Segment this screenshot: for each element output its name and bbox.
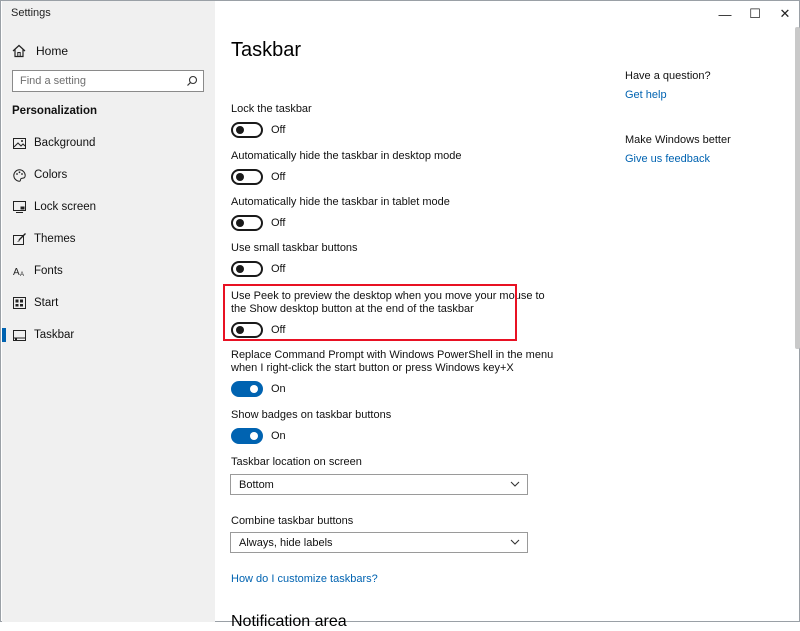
- taskbar-location-label: Taskbar location on screen: [231, 456, 362, 468]
- setting-lock-taskbar: Lock the taskbar Off: [231, 103, 312, 138]
- chevron-down-icon: [510, 539, 520, 545]
- sidebar-item-label: Lock screen: [34, 201, 97, 213]
- sidebar-item-label: Taskbar: [34, 329, 75, 341]
- sidebar-item-colors[interactable]: Colors: [2, 163, 215, 187]
- setting-autohide-tablet: Automatically hide the taskbar in tablet…: [231, 196, 450, 231]
- taskbar-location-dropdown[interactable]: Bottom: [230, 474, 528, 495]
- toggle-state: Off: [271, 124, 286, 136]
- svg-text:A: A: [20, 272, 24, 277]
- sidebar-item-label: Themes: [34, 233, 76, 245]
- start-icon: [12, 296, 26, 310]
- highlight-box: [223, 284, 517, 341]
- page-title: Taskbar: [231, 39, 302, 61]
- active-indicator: [2, 328, 6, 342]
- setting-small-buttons: Use small taskbar buttons Off: [231, 242, 358, 277]
- setting-label: Show badges on taskbar buttons: [231, 409, 392, 421]
- search-box[interactable]: [12, 70, 204, 92]
- combine-buttons-label: Combine taskbar buttons: [231, 515, 354, 527]
- setting-label-line1: Replace Command Prompt with Windows Powe…: [231, 349, 554, 361]
- autohide-tablet-toggle[interactable]: [231, 215, 263, 231]
- setting-label: Automatically hide the taskbar in deskto…: [231, 150, 462, 162]
- sidebar-item-lock-screen[interactable]: Lock screen: [2, 195, 215, 219]
- scrollbar[interactable]: [795, 27, 800, 349]
- toggle-state: Off: [271, 171, 286, 183]
- chevron-down-icon: [510, 481, 520, 487]
- home-nav-item[interactable]: Home: [12, 41, 68, 61]
- show-badges-toggle[interactable]: [231, 428, 263, 444]
- svg-text:A: A: [13, 267, 20, 277]
- taskbar-icon: [12, 328, 26, 342]
- combine-label-wrap: Combine taskbar buttons: [231, 515, 353, 528]
- home-label: Home: [36, 44, 69, 58]
- autohide-desktop-toggle[interactable]: [231, 169, 263, 185]
- sidebar-item-label: Background: [34, 137, 96, 149]
- get-help-link[interactable]: Get help: [625, 89, 667, 101]
- dropdown-value: Always, hide labels: [239, 537, 333, 549]
- sidebar-item-taskbar[interactable]: Taskbar: [2, 323, 215, 347]
- toggle-state: Off: [271, 263, 286, 275]
- make-windows-better-heading: Make Windows better: [625, 134, 731, 146]
- window-title: Settings: [11, 7, 51, 19]
- setting-label: Use small taskbar buttons: [231, 242, 358, 254]
- location-label-wrap: Taskbar location on screen: [231, 456, 362, 469]
- notification-area-heading: Notification area: [231, 613, 347, 630]
- sidebar-item-label: Fonts: [34, 265, 63, 277]
- toggle-state: On: [271, 383, 286, 395]
- settings-window: Home Personalization Background Colors: [0, 0, 800, 630]
- lock-taskbar-toggle[interactable]: [231, 122, 263, 138]
- sidebar-item-start[interactable]: Start: [2, 291, 215, 315]
- setting-label: Lock the taskbar: [231, 103, 312, 115]
- search-input[interactable]: [13, 71, 190, 91]
- dropdown-value: Bottom: [239, 479, 274, 491]
- sidebar-item-background[interactable]: Background: [2, 131, 215, 155]
- lock-screen-icon: [12, 200, 26, 214]
- toggle-state: Off: [271, 217, 286, 229]
- home-icon: [12, 44, 26, 58]
- toggle-state: On: [271, 430, 286, 442]
- combine-buttons-dropdown[interactable]: Always, hide labels: [230, 532, 528, 553]
- sidebar: Home Personalization Background Colors: [2, 1, 215, 622]
- sidebar-item-label: Start: [34, 297, 59, 309]
- font-icon: AA: [12, 264, 26, 278]
- small-buttons-toggle[interactable]: [231, 261, 263, 277]
- customize-taskbars-link[interactable]: How do I customize taskbars?: [231, 573, 378, 585]
- palette-icon: [12, 168, 26, 182]
- sidebar-item-label: Colors: [34, 169, 68, 181]
- brush-icon: [12, 232, 26, 246]
- setting-powershell: Replace Command Prompt with Windows Powe…: [231, 349, 553, 397]
- setting-label: Automatically hide the taskbar in tablet…: [231, 196, 450, 208]
- image-icon: [12, 136, 26, 150]
- powershell-toggle[interactable]: [231, 381, 263, 397]
- give-feedback-link[interactable]: Give us feedback: [625, 153, 710, 165]
- setting-show-badges: Show badges on taskbar buttons On: [231, 409, 391, 444]
- section-personalization: Personalization: [12, 105, 97, 117]
- setting-autohide-desktop: Automatically hide the taskbar in deskto…: [231, 150, 462, 185]
- have-question-heading: Have a question?: [625, 70, 711, 82]
- setting-label-line2: when I right-click the start button or p…: [231, 362, 514, 374]
- sidebar-item-themes[interactable]: Themes: [2, 227, 215, 251]
- sidebar-item-fonts[interactable]: AA Fonts: [2, 259, 215, 283]
- search-icon[interactable]: [186, 75, 198, 87]
